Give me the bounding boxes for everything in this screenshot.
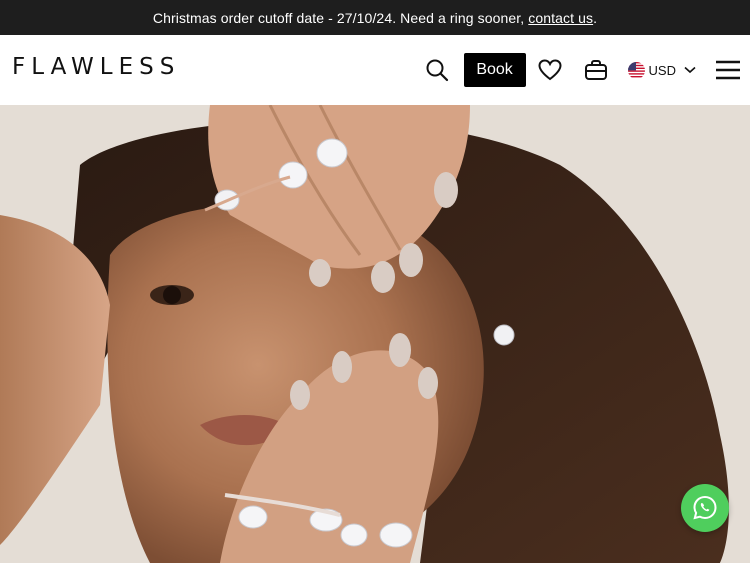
menu-icon[interactable] [714,56,742,84]
header-actions: Book USD [423,53,742,87]
hero-illustration [0,105,750,563]
whatsapp-button[interactable] [681,484,729,532]
us-flag-icon [627,61,645,79]
announcement-bar: Christmas order cutoff date - 27/10/24. … [0,0,750,35]
book-button[interactable]: Book [463,53,526,87]
bag-icon[interactable] [582,56,610,84]
announcement-suffix: . [593,9,598,26]
heart-icon[interactable] [536,56,564,84]
currency-selector[interactable]: USD [627,61,696,79]
currency-label: USD [648,62,676,78]
chevron-down-icon [684,61,696,79]
contact-us-link[interactable]: contact us [528,10,593,26]
hero-image [0,105,750,563]
whatsapp-icon [693,495,717,520]
search-icon[interactable] [423,56,451,84]
logo[interactable]: FLAWLESS [12,54,180,80]
announcement-text: Christmas order cutoff date - 27/10/24. … [152,9,525,26]
site-header: FLAWLESS Book USD [0,35,750,105]
